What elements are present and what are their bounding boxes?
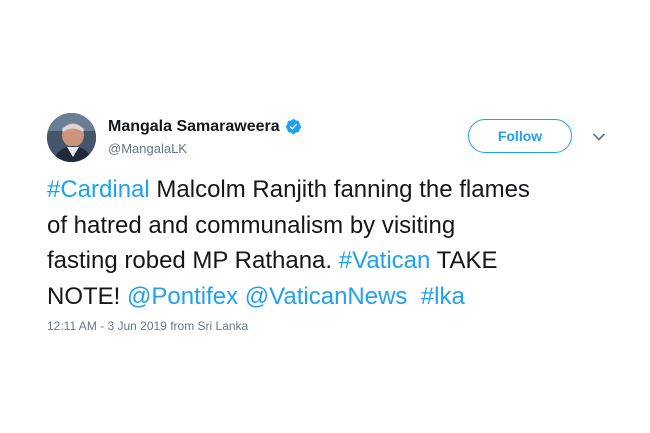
tweet-line: of hatred and communalism by visiting: [47, 208, 617, 244]
tweet-text-segment: [407, 283, 420, 310]
avatar-image: [47, 113, 96, 162]
tweet-timestamp[interactable]: 12:11 AM - 3 Jun 2019 from Sri Lanka: [47, 319, 248, 333]
tweet-line: #Cardinal Malcolm Ranjith fanning the fl…: [47, 172, 617, 208]
tweet-text-segment: Malcolm Ranjith fanning the flames: [149, 176, 530, 203]
tweet-text-segment: fasting robed MP Rathana.: [47, 247, 339, 274]
author-name-row: Mangala Samaraweera: [108, 117, 302, 136]
display-name[interactable]: Mangala Samaraweera: [108, 117, 280, 136]
mention-link[interactable]: @VaticanNews: [245, 283, 408, 310]
author-handle[interactable]: @MangalaLK: [108, 141, 187, 157]
tweet-text-segment: of hatred and communalism by visiting: [47, 211, 456, 239]
chevron-down-icon[interactable]: [590, 128, 608, 146]
tweet-text-segment: TAKE: [430, 247, 498, 274]
tweet-text-segment: NOTE!: [47, 282, 128, 310]
verified-badge-icon: [285, 119, 301, 134]
tweet-card: Mangala Samaraweera @MangalaLK Follow #C…: [0, 0, 650, 433]
hashtag-link[interactable]: #Vatican: [339, 247, 431, 274]
hashtag-link[interactable]: #lka: [421, 283, 465, 310]
hashtag-link[interactable]: #Cardinal: [47, 176, 150, 203]
tweet-text: #Cardinal Malcolm Ranjith fanning the fl…: [47, 172, 617, 314]
follow-button[interactable]: Follow: [468, 119, 572, 153]
tweet-line: fasting robed MP Rathana. #Vatican TAKE: [47, 243, 617, 279]
tweet-line: NOTE! @Pontifex @VaticanNews #lka: [47, 279, 617, 315]
mention-link[interactable]: @Pontifex: [127, 283, 238, 310]
tweet-text-segment: [238, 283, 245, 310]
avatar[interactable]: [47, 113, 96, 162]
